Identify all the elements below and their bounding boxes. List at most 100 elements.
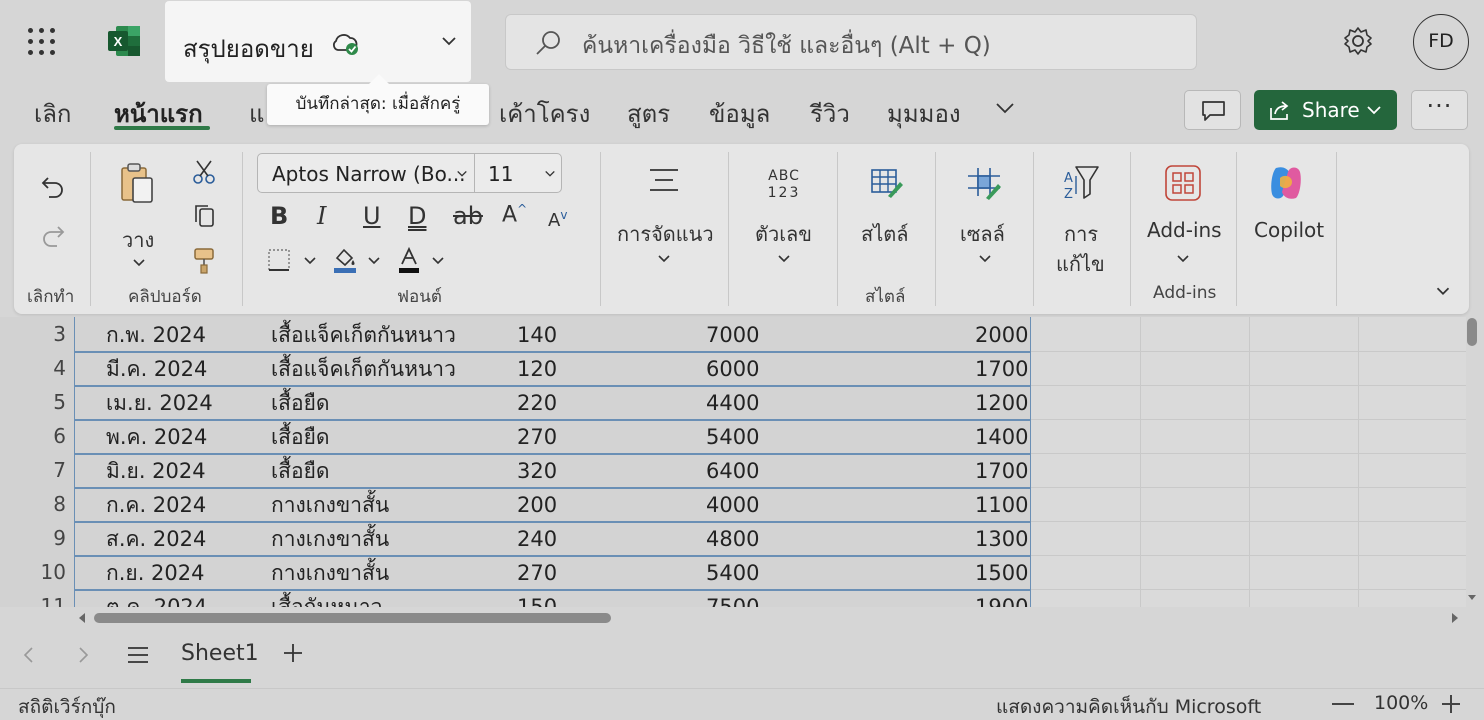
row-header[interactable]: 3 xyxy=(0,317,74,351)
quantity-cell[interactable]: 270 xyxy=(517,419,557,453)
row-header[interactable]: 8 xyxy=(0,487,74,521)
date-cell[interactable]: ส.ค. 2024 xyxy=(106,521,206,555)
ribbon-expand-chevron-icon[interactable] xyxy=(1435,286,1451,297)
profit-cell[interactable]: 1100 xyxy=(975,487,1028,521)
sales-cell[interactable]: 4000 xyxy=(706,487,759,521)
more-options-button[interactable]: ··· xyxy=(1411,90,1468,130)
zoom-level[interactable]: 100% xyxy=(1374,692,1428,714)
date-cell[interactable]: เม.ย. 2024 xyxy=(106,385,213,419)
horizontal-scroll-thumb[interactable] xyxy=(94,613,611,623)
profit-cell[interactable]: 1500 xyxy=(975,555,1028,589)
zoom-in-button[interactable] xyxy=(1440,693,1462,715)
tab-undo[interactable]: เลิก xyxy=(34,94,71,133)
workbook-statistics[interactable]: สถิติเวิร์กบุ๊ก xyxy=(18,692,116,720)
copy-icon[interactable] xyxy=(192,203,216,229)
quantity-cell[interactable]: 320 xyxy=(517,453,557,487)
row-header[interactable]: 4 xyxy=(0,351,74,385)
date-cell[interactable]: ก.ย. 2024 xyxy=(106,555,205,589)
paste-label[interactable]: วาง xyxy=(122,224,154,256)
row-header[interactable]: 11 xyxy=(0,589,74,607)
vertical-scroll-thumb[interactable] xyxy=(1467,318,1477,346)
profit-cell[interactable]: 1400 xyxy=(975,419,1028,453)
excel-logo-icon[interactable]: X xyxy=(106,24,142,58)
cells-label[interactable]: เซลล์ xyxy=(960,218,1005,250)
fill-color-icon[interactable] xyxy=(332,246,358,274)
product-cell[interactable]: กางเกงขาสั้น xyxy=(271,555,389,589)
bold-icon[interactable]: B xyxy=(270,202,288,230)
profit-cell[interactable]: 1700 xyxy=(975,351,1028,385)
quantity-cell[interactable]: 140 xyxy=(517,317,557,351)
font-name-dropdown-icon[interactable] xyxy=(456,169,468,179)
feedback-link[interactable]: แสดงความคิดเห็นกับ Microsoft xyxy=(996,692,1261,720)
copilot-icon[interactable] xyxy=(1266,164,1306,202)
number-dropdown-icon[interactable] xyxy=(777,254,791,264)
product-cell[interactable]: เสื้อกันหนาว xyxy=(271,589,382,607)
italic-icon[interactable]: I xyxy=(317,202,326,230)
vertical-scrollbar[interactable] xyxy=(1466,317,1484,607)
row-header[interactable]: 7 xyxy=(0,453,74,487)
number-label[interactable]: ตัวเลข xyxy=(755,218,812,250)
product-cell[interactable]: กางเกงขาสั้น xyxy=(271,487,389,521)
font-name-field[interactable]: Aptos Narrow (Bo... xyxy=(272,162,466,186)
add-ins-dropdown-icon[interactable] xyxy=(1176,254,1190,264)
font-size-field[interactable]: 11 xyxy=(488,162,513,186)
previous-sheet-icon[interactable] xyxy=(22,646,34,664)
profit-cell[interactable]: 1900 xyxy=(975,589,1028,607)
product-cell[interactable]: กางเกงขาสั้น xyxy=(271,521,389,555)
date-cell[interactable]: ก.พ. 2024 xyxy=(106,317,206,351)
row-header[interactable]: 9 xyxy=(0,521,74,555)
file-name-button[interactable]: สรุปยอดขาย xyxy=(165,1,471,82)
zoom-out-button[interactable] xyxy=(1332,703,1354,705)
decrease-font-size-icon[interactable]: Av xyxy=(548,208,567,231)
sales-cell[interactable]: 4800 xyxy=(706,521,759,555)
product-cell[interactable]: เสื้อแจ็คเก็ตกันหนาว xyxy=(271,317,456,351)
tab-page-layout[interactable]: เค้าโครง xyxy=(499,94,590,133)
sales-cell[interactable]: 5400 xyxy=(706,555,759,589)
tab-data[interactable]: ข้อมูล xyxy=(709,94,770,133)
quantity-cell[interactable]: 150 xyxy=(517,589,557,607)
copilot-label[interactable]: Copilot xyxy=(1254,218,1324,242)
borders-icon[interactable] xyxy=(267,248,291,272)
borders-dropdown-icon[interactable] xyxy=(303,256,317,266)
chevron-down-icon[interactable] xyxy=(1366,105,1382,116)
app-launcher-icon[interactable] xyxy=(28,28,56,56)
quantity-cell[interactable]: 220 xyxy=(517,385,557,419)
font-color-icon[interactable] xyxy=(396,246,422,274)
date-cell[interactable]: ต.ค. 2024 xyxy=(106,589,207,607)
quantity-cell[interactable]: 200 xyxy=(517,487,557,521)
sheet-tab[interactable]: Sheet1 xyxy=(181,641,259,666)
spreadsheet-grid[interactable]: 3 ก.พ. 2024 เสื้อแจ็คเก็ตกันหนาว 140 700… xyxy=(0,317,1466,607)
font-size-dropdown-icon[interactable] xyxy=(544,169,556,179)
undo-icon[interactable] xyxy=(40,174,66,200)
strikethrough-icon[interactable]: ab xyxy=(453,202,483,230)
tab-view[interactable]: มุมมอง xyxy=(887,94,961,133)
alignment-label[interactable]: การจัดแนว xyxy=(617,218,714,250)
quantity-cell[interactable]: 240 xyxy=(517,521,557,555)
date-cell[interactable]: มี.ค. 2024 xyxy=(106,351,207,385)
next-sheet-icon[interactable] xyxy=(78,646,90,664)
redo-icon[interactable] xyxy=(40,223,66,249)
scroll-left-arrow-icon[interactable] xyxy=(78,612,86,624)
font-selector[interactable]: Aptos Narrow (Bo... 11 xyxy=(257,153,562,193)
paste-dropdown-icon[interactable] xyxy=(132,258,146,268)
scroll-down-arrow-icon[interactable] xyxy=(1467,594,1477,602)
profit-cell[interactable]: 2000 xyxy=(975,317,1028,351)
styles-icon[interactable] xyxy=(870,166,904,200)
cut-icon[interactable] xyxy=(192,159,216,185)
editing-label-line1[interactable]: การ xyxy=(1064,218,1098,250)
sales-cell[interactable]: 7000 xyxy=(706,317,759,351)
tab-review[interactable]: รีวิว xyxy=(810,94,850,133)
editing-icon[interactable]: A Z xyxy=(1062,164,1100,202)
sales-cell[interactable]: 5400 xyxy=(706,419,759,453)
cells-icon[interactable] xyxy=(966,164,1002,200)
product-cell[interactable]: เสื้อแจ็คเก็ตกันหนาว xyxy=(271,351,456,385)
chevron-down-icon[interactable] xyxy=(441,35,457,47)
sales-cell[interactable]: 6000 xyxy=(706,351,759,385)
add-ins-icon[interactable] xyxy=(1164,164,1202,202)
sales-cell[interactable]: 7500 xyxy=(706,589,759,607)
quantity-cell[interactable]: 270 xyxy=(517,555,557,589)
double-underline-icon[interactable]: D xyxy=(408,202,426,230)
product-cell[interactable]: เสื้อยืด xyxy=(271,453,330,487)
comments-button[interactable] xyxy=(1184,90,1241,130)
avatar[interactable]: FD xyxy=(1413,14,1469,70)
